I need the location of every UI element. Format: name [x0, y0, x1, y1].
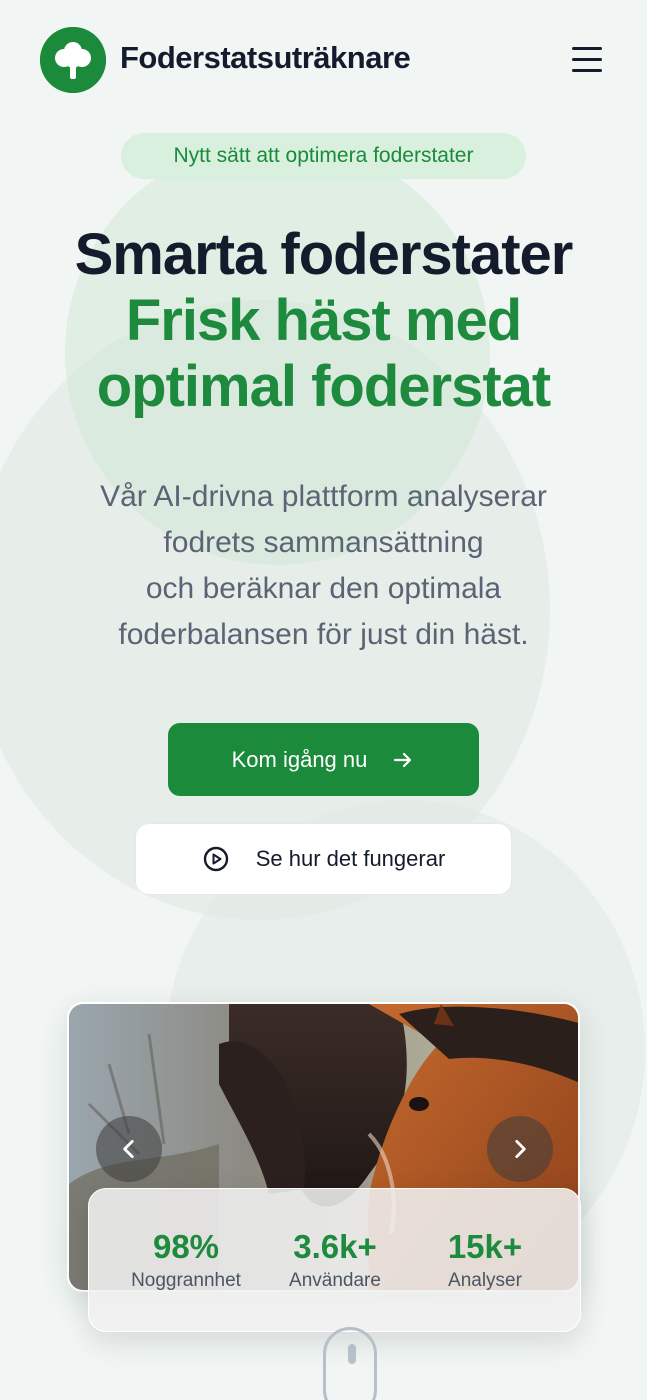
stat-label: Användare	[289, 1270, 381, 1291]
stat-analyses: 15k+ Analyser	[405, 1225, 565, 1295]
hero-subtitle-line: fodrets sammansättning	[163, 526, 484, 559]
stat-label: Analyser	[448, 1270, 522, 1291]
brand-name[interactable]: Foderstatsuträknare	[120, 40, 411, 76]
hero-subtitle-line: foderbalansen för just din häst.	[118, 618, 529, 651]
site-header: Foderstatsuträknare	[0, 0, 647, 120]
announcement-badge: Nytt sätt att optimera foderstater	[121, 133, 526, 179]
chevron-right-glyph	[515, 1140, 526, 1158]
stat-value: 98%	[152, 1228, 220, 1265]
get-started-label: Kom igång nu	[231, 746, 368, 772]
how-it-works-label: Se hur det fungerar	[255, 846, 446, 871]
chevron-left-glyph	[123, 1140, 134, 1158]
scroll-wheel	[348, 1344, 356, 1364]
hero-subtitle-line: Vår AI-drivna plattform analyserar	[100, 480, 547, 513]
hero-title-line2: Frisk häst med	[125, 288, 522, 353]
hamburger-menu-icon[interactable]	[566, 44, 608, 78]
hero-title: Smarta foderstater Frisk häst med optima…	[0, 222, 647, 420]
how-it-works-button[interactable]: Se hur det fungerar	[135, 823, 512, 895]
tree-icon[interactable]	[40, 27, 106, 93]
stat-label: Noggrannhet	[131, 1270, 241, 1291]
stat-value: 15k+	[447, 1228, 523, 1265]
stat-accuracy: 98% Noggrannhet	[106, 1225, 266, 1295]
stat-users: 3.6k+ Användare	[255, 1225, 415, 1295]
chevron-left-icon[interactable]	[96, 1116, 162, 1182]
chevron-right-icon[interactable]	[487, 1116, 553, 1182]
logo-mark	[40, 27, 106, 93]
hero-title-line3: optimal foderstat	[96, 354, 552, 419]
hero-subtitle-line: och beräknar den optimala	[145, 572, 502, 605]
play-circle-icon	[203, 846, 228, 872]
hero-subtitle: Vår AI-drivna plattform analyserar fodre…	[40, 474, 607, 658]
stats-card: 98% Noggrannhet 3.6k+ Användare 15k+ Ana…	[88, 1188, 581, 1332]
hero-title-line1: Smarta foderstater	[74, 222, 574, 287]
get-started-button[interactable]: Kom igång nu	[168, 723, 479, 796]
stat-value: 3.6k+	[293, 1228, 377, 1265]
menu-bar	[572, 47, 602, 50]
arrow-right-icon	[394, 752, 412, 767]
menu-bar	[572, 69, 602, 72]
mouse-scroll-icon[interactable]	[323, 1327, 377, 1400]
menu-bar	[572, 58, 602, 61]
